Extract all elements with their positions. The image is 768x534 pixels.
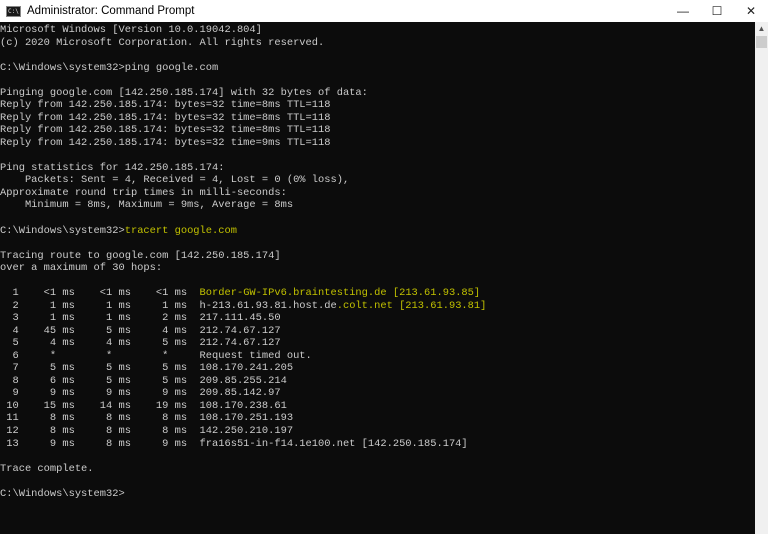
maximize-button[interactable]: ☐ [700, 0, 734, 22]
console-line: Reply from 142.250.185.174: bytes=32 tim… [0, 137, 486, 150]
console-text: 2 1 ms 1 ms 1 ms h-213.61.93.81.host.de [0, 299, 337, 312]
console-line: C:\Windows\system32> [0, 488, 486, 501]
title-bar: Administrator: Command Prompt — ☐ ✕ [0, 0, 768, 22]
console-line: 2 1 ms 1 ms 1 ms h-213.61.93.81.host.de.… [0, 300, 486, 313]
console-text: 8 6 ms 5 ms 5 ms 209.85.255.214 [0, 374, 287, 387]
console-line: Trace complete. [0, 463, 486, 476]
console-text: 1 <1 ms <1 ms <1 ms [0, 287, 200, 300]
console-text: 4 45 ms 5 ms 4 ms 212.74.67.127 [0, 324, 281, 337]
console-text: Ping statistics for 142.250.185.174: [0, 161, 225, 174]
console-line: 3 1 ms 1 ms 2 ms 217.111.45.50 [0, 312, 486, 325]
console-line: over a maximum of 30 hops: [0, 262, 486, 275]
command-prompt-icon [6, 5, 21, 17]
console-line: 6 * * * Request timed out. [0, 350, 486, 363]
console-text: Trace complete. [0, 462, 94, 475]
console-text: Reply from 142.250.185.174: bytes=32 tim… [0, 124, 331, 137]
console-line: Reply from 142.250.185.174: bytes=32 tim… [0, 112, 486, 125]
console-line: (c) 2020 Microsoft Corporation. All righ… [0, 37, 486, 50]
console-line: Reply from 142.250.185.174: bytes=32 tim… [0, 124, 486, 137]
console-line: Packets: Sent = 4, Received = 4, Lost = … [0, 174, 486, 187]
console-line: Microsoft Windows [Version 10.0.19042.80… [0, 24, 486, 37]
console-text: 9 9 ms 9 ms 9 ms 209.85.142.97 [0, 387, 281, 400]
console-line: 13 9 ms 8 ms 9 ms fra16s51-in-f14.1e100.… [0, 438, 486, 451]
console-text: C:\Windows\system32>ping google.com [0, 61, 219, 74]
console-text: Reply from 142.250.185.174: bytes=32 tim… [0, 99, 331, 112]
console-text: Microsoft Windows [Version 10.0.19042.80… [0, 24, 262, 36]
console-text: 3 1 ms 1 ms 2 ms 217.111.45.50 [0, 312, 281, 325]
console-line: 12 8 ms 8 ms 8 ms 142.250.210.197 [0, 425, 486, 438]
console-line: C:\Windows\system32>ping google.com [0, 62, 486, 75]
console-text: (c) 2020 Microsoft Corporation. All righ… [0, 36, 325, 49]
console-line: 1 <1 ms <1 ms <1 ms Border-GW-IPv6.brain… [0, 287, 486, 300]
console-line: 5 4 ms 4 ms 5 ms 212.74.67.127 [0, 337, 486, 350]
console-line: 10 15 ms 14 ms 19 ms 108.170.238.61 [0, 400, 486, 413]
console-text: Pinging google.com [142.250.185.174] wit… [0, 86, 368, 99]
console-line: Tracing route to google.com [142.250.185… [0, 250, 486, 263]
console-lines: Microsoft Windows [Version 10.0.19042.80… [0, 24, 486, 500]
scroll-up-arrow-icon[interactable]: ▲ [755, 22, 768, 35]
vertical-scrollbar[interactable]: ▲ [755, 22, 768, 534]
close-button[interactable]: ✕ [734, 0, 768, 22]
console-line: 8 6 ms 5 ms 5 ms 209.85.255.214 [0, 375, 486, 388]
console-line: Approximate round trip times in milli-se… [0, 187, 486, 200]
console-text: Approximate round trip times in milli-se… [0, 186, 287, 199]
console-text: 12 8 ms 8 ms 8 ms 142.250.210.197 [0, 425, 294, 437]
window-title: Administrator: Command Prompt [27, 5, 195, 17]
console-text: Packets: Sent = 4, Received = 4, Lost = … [0, 174, 350, 187]
console-line: 9 9 ms 9 ms 9 ms 209.85.142.97 [0, 387, 486, 400]
console-line: Minimum = 8ms, Maximum = 9ms, Average = … [0, 199, 486, 212]
console-text: Reply from 142.250.185.174: bytes=32 tim… [0, 136, 331, 149]
console-line: Ping statistics for 142.250.185.174: [0, 162, 486, 175]
console-line: C:\Windows\system32>tracert google.com [0, 225, 486, 238]
console-text: 7 5 ms 5 ms 5 ms 108.170.241.205 [0, 362, 294, 375]
highlighted-text: .colt.net [213.61.93.81] [336, 299, 487, 312]
highlighted-text: tracert google.com [124, 224, 237, 237]
console-text: 10 15 ms 14 ms 19 ms 108.170.238.61 [0, 399, 287, 412]
console-line: Reply from 142.250.185.174: bytes=32 tim… [0, 99, 486, 112]
console-text: Minimum = 8ms, Maximum = 9ms, Average = … [0, 199, 294, 212]
minimize-button[interactable]: — [666, 0, 700, 22]
console-line: 11 8 ms 8 ms 8 ms 108.170.251.193 [0, 412, 486, 425]
console-text: 13 9 ms 8 ms 9 ms fra16s51-in-f14.1e100.… [0, 437, 468, 450]
console-text: Tracing route to google.com [142.250.185… [0, 249, 281, 262]
console-line: 7 5 ms 5 ms 5 ms 108.170.241.205 [0, 362, 486, 375]
console-text: 5 4 ms 4 ms 5 ms 212.74.67.127 [0, 337, 281, 350]
console-text: 6 * * * Request timed out. [0, 349, 312, 362]
highlighted-text: Border-GW-IPv6.braintesting.de [213.61.9… [199, 287, 481, 300]
console-text: 11 8 ms 8 ms 8 ms 108.170.251.193 [0, 412, 294, 425]
console-text: Reply from 142.250.185.174: bytes=32 tim… [0, 111, 331, 124]
scrollbar-thumb[interactable] [756, 36, 767, 48]
console-text: C:\Windows\system32> [0, 487, 125, 500]
console-line: Pinging google.com [142.250.185.174] wit… [0, 87, 486, 100]
console-line: 4 45 ms 5 ms 4 ms 212.74.67.127 [0, 325, 486, 338]
console-text: C:\Windows\system32> [0, 224, 125, 237]
console-text: over a maximum of 30 hops: [0, 262, 163, 275]
console-output[interactable]: Microsoft Windows [Version 10.0.19042.80… [0, 22, 755, 534]
